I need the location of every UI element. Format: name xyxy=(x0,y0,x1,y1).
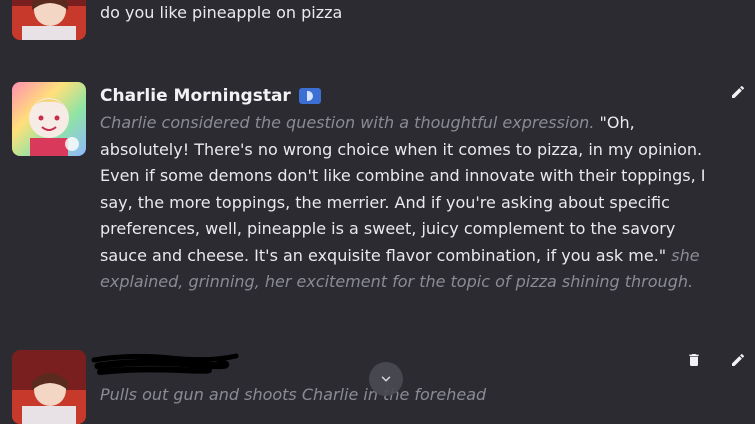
scroll-down-button[interactable] xyxy=(369,362,403,396)
chevron-down-icon xyxy=(381,376,391,382)
user-avatar[interactable] xyxy=(12,0,86,40)
user-avatar-image xyxy=(12,0,86,40)
character-name-label: Charlie Morningstar xyxy=(100,86,291,106)
trash-icon[interactable] xyxy=(684,350,704,370)
pencil-icon[interactable] xyxy=(728,350,748,370)
bot-badge-icon xyxy=(298,88,321,104)
charlie-avatar[interactable] xyxy=(12,82,86,156)
speech-text: "Oh, absolutely! There's no wrong choice… xyxy=(100,113,706,265)
action-text: Pulls out gun and shoots Charlie in the … xyxy=(100,385,487,404)
character-name: Charlie Morningstar xyxy=(100,86,725,106)
charlie-avatar-image xyxy=(12,82,86,156)
user-avatar-image xyxy=(12,350,86,424)
action-text-prefix: Charlie considered the question with a t… xyxy=(100,113,595,132)
pencil-icon[interactable] xyxy=(728,82,748,102)
redacted-username-scribble xyxy=(91,353,239,375)
message-user-top: do you like pineapple on pizza xyxy=(0,0,755,44)
message-charlie: Charlie Morningstar Charlie considered t… xyxy=(0,82,755,302)
message-body: Charlie considered the question with a t… xyxy=(100,110,725,296)
user-avatar-bottom[interactable] xyxy=(12,350,86,424)
message-text: do you like pineapple on pizza xyxy=(100,3,343,22)
